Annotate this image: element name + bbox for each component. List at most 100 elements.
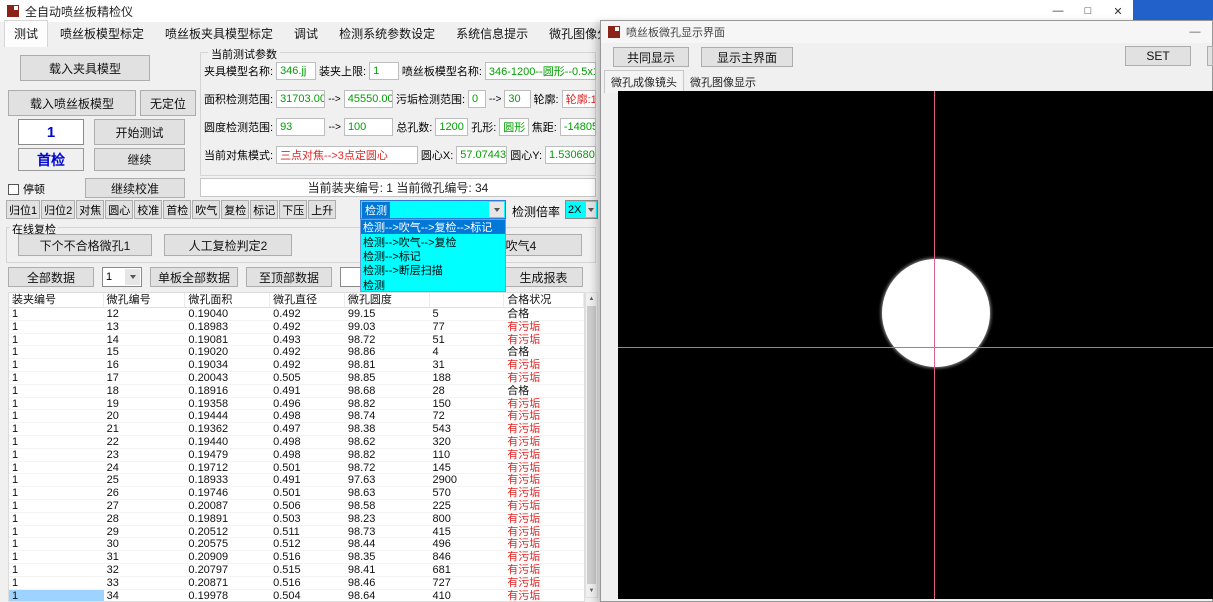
- table-row[interactable]: 1290.205120.51198.73415有污垢: [9, 526, 584, 539]
- focus-mode-field[interactable]: 三点对焦-->3点定圆心: [276, 146, 418, 164]
- chevron-down-icon[interactable]: [489, 202, 504, 217]
- column-header-6[interactable]: [430, 293, 505, 307]
- pause-checkbox[interactable]: [8, 184, 19, 195]
- table-row[interactable]: 1170.200430.50598.85188有污垢: [9, 372, 584, 385]
- table-vertical-scrollbar[interactable]: ▲ ▼: [585, 292, 598, 598]
- action-button-2[interactable]: 归位2: [41, 200, 75, 219]
- table-row[interactable]: 1260.197460.50198.63570有污垢: [9, 487, 584, 500]
- next-unqualified-button[interactable]: 下个不合格微孔1: [18, 234, 152, 256]
- chevron-down-icon[interactable]: [586, 202, 596, 217]
- area-min-field[interactable]: 31703.000: [276, 90, 325, 108]
- continue-button[interactable]: 继续: [94, 148, 185, 171]
- table-row[interactable]: 1230.194790.49898.82110有污垢: [9, 449, 584, 462]
- roundness-min-field[interactable]: 93: [276, 118, 325, 136]
- clamp-counter-field[interactable]: 1: [18, 119, 84, 145]
- set-button[interactable]: SET: [1125, 46, 1191, 66]
- column-header-4[interactable]: 微孔直径: [270, 293, 345, 307]
- table-row[interactable]: 1130.189830.49299.0377有污垢: [9, 321, 584, 334]
- close-button[interactable]: ✕: [1103, 0, 1133, 22]
- action-button-9[interactable]: 标记: [250, 200, 278, 219]
- table-row[interactable]: 1200.194440.49898.7472有污垢: [9, 410, 584, 423]
- table-row[interactable]: 1320.207970.51598.41681有污垢: [9, 564, 584, 577]
- table-row[interactable]: 1240.197120.50198.72145有污垢: [9, 462, 584, 475]
- to-top-data-button[interactable]: 至顶部数据: [246, 267, 332, 287]
- mode-option-3[interactable]: 检测-->标记: [361, 249, 505, 263]
- column-header-5[interactable]: 微孔圆度: [345, 293, 430, 307]
- action-button-1[interactable]: 归位1: [6, 200, 40, 219]
- column-header-7[interactable]: 合格状况: [504, 293, 584, 307]
- magnification-combo[interactable]: 2X: [565, 200, 598, 219]
- board-select-combo[interactable]: 1: [102, 267, 142, 287]
- table-row[interactable]: 1250.189330.49197.632900有污垢: [9, 474, 584, 487]
- tab-6[interactable]: 系统信息提示: [447, 21, 537, 47]
- clamp-limit-field[interactable]: 1: [369, 62, 399, 80]
- table-row[interactable]: 1180.189160.49198.6828合格: [9, 385, 584, 398]
- shared-display-button[interactable]: 共同显示: [613, 47, 689, 67]
- stain-min-field[interactable]: 0: [468, 90, 486, 108]
- action-button-6[interactable]: 首检: [163, 200, 191, 219]
- table-row[interactable]: 1160.190340.49298.8131有污垢: [9, 359, 584, 372]
- fixture-model-field[interactable]: 346.jj: [276, 62, 316, 80]
- table-row[interactable]: 1150.190200.49298.864合格: [9, 346, 584, 359]
- column-header-2[interactable]: 微孔编号: [104, 293, 186, 307]
- table-row[interactable]: 1310.209090.51698.35846有污垢: [9, 551, 584, 564]
- column-header-3[interactable]: 微孔面积: [185, 293, 270, 307]
- table-row[interactable]: 1340.199780.50498.64410有污垢: [9, 590, 584, 602]
- scrollbar-thumb[interactable]: [587, 306, 596, 584]
- action-button-4[interactable]: 圆心: [105, 200, 133, 219]
- column-header-1[interactable]: 装夹编号: [9, 293, 104, 307]
- action-button-8[interactable]: 复检: [221, 200, 249, 219]
- chevron-down-icon[interactable]: [125, 269, 140, 285]
- action-button-10[interactable]: 下压: [279, 200, 307, 219]
- generate-report-button[interactable]: 生成报表: [504, 267, 583, 287]
- hole-shape-field[interactable]: 圆形: [499, 118, 529, 136]
- area-max-field[interactable]: 45550.000: [344, 90, 393, 108]
- mode-option-2[interactable]: 检测-->吹气-->复检: [361, 234, 505, 248]
- plate-model-field[interactable]: 346-1200--圆形--0.5x1--.psb: [485, 62, 596, 80]
- mode-option-1[interactable]: 检测-->吹气-->复检-->标记: [361, 220, 505, 234]
- start-test-button[interactable]: 开始测试: [94, 119, 185, 145]
- table-row[interactable]: 1270.200870.50698.58225有污垢: [9, 500, 584, 513]
- display-tab-1[interactable]: 微孔成像镜头: [604, 70, 684, 93]
- action-button-3[interactable]: 对焦: [76, 200, 104, 219]
- tab-2[interactable]: 喷丝板模型标定: [51, 21, 153, 47]
- load-fixture-model-button[interactable]: 载入夹具模型: [20, 55, 150, 81]
- show-main-ui-button[interactable]: 显示主界面: [701, 47, 793, 67]
- load-plate-model-button[interactable]: 载入喷丝板模型: [8, 90, 136, 116]
- maximize-button[interactable]: □: [1073, 0, 1103, 22]
- scroll-up-icon[interactable]: ▲: [586, 293, 597, 305]
- action-button-11[interactable]: 上升: [308, 200, 336, 219]
- contour-field[interactable]: 轮廓:1: [562, 90, 596, 108]
- action-button-5[interactable]: 校准: [134, 200, 162, 219]
- table-row[interactable]: 1220.194400.49898.62320有污垢: [9, 436, 584, 449]
- action-button-7[interactable]: 吹气: [192, 200, 220, 219]
- minimize-button[interactable]: —: [1043, 0, 1073, 22]
- tab-1[interactable]: 测试: [4, 20, 48, 47]
- stain-max-field[interactable]: 30: [504, 90, 530, 108]
- table-row[interactable]: 1210.193620.49798.38543有污垢: [9, 423, 584, 436]
- table-row[interactable]: 1140.190810.49398.7251有污垢: [9, 334, 584, 347]
- minimize-button[interactable]: —: [1182, 21, 1208, 43]
- table-row[interactable]: 1280.198910.50398.23800有污垢: [9, 513, 584, 526]
- focal-field[interactable]: -14805: [560, 118, 596, 136]
- tab-3[interactable]: 喷丝板夹具模型标定: [156, 21, 282, 47]
- center-y-field[interactable]: 1.5306807813: [545, 146, 596, 164]
- display-tab-2[interactable]: 微孔图像显示: [684, 71, 762, 93]
- center-x-field[interactable]: 57.074436296: [456, 146, 507, 164]
- table-row[interactable]: 1190.193580.49698.82150有污垢: [9, 398, 584, 411]
- manual-recheck-button[interactable]: 人工复检判定2: [164, 234, 292, 256]
- continue-calibration-button[interactable]: 继续校准: [85, 178, 185, 198]
- table-row[interactable]: 1300.205750.51298.44496有污垢: [9, 538, 584, 551]
- all-data-button[interactable]: 全部数据: [8, 267, 94, 287]
- mode-option-5[interactable]: 检测: [361, 278, 505, 292]
- table-row[interactable]: 1120.190400.49299.155合格: [9, 308, 584, 321]
- mode-combo[interactable]: 检测: [360, 200, 506, 219]
- mode-option-4[interactable]: 检测-->断层扫描: [361, 263, 505, 277]
- scroll-down-icon[interactable]: ▼: [586, 585, 597, 597]
- tab-5[interactable]: 检测系统参数设定: [330, 21, 444, 47]
- no-positioning-button[interactable]: 无定位: [140, 90, 196, 116]
- board-all-data-button[interactable]: 单板全部数据: [150, 267, 238, 287]
- clipped-button[interactable]: [1207, 46, 1213, 66]
- tab-4[interactable]: 调试: [285, 21, 327, 47]
- roundness-max-field[interactable]: 100: [344, 118, 393, 136]
